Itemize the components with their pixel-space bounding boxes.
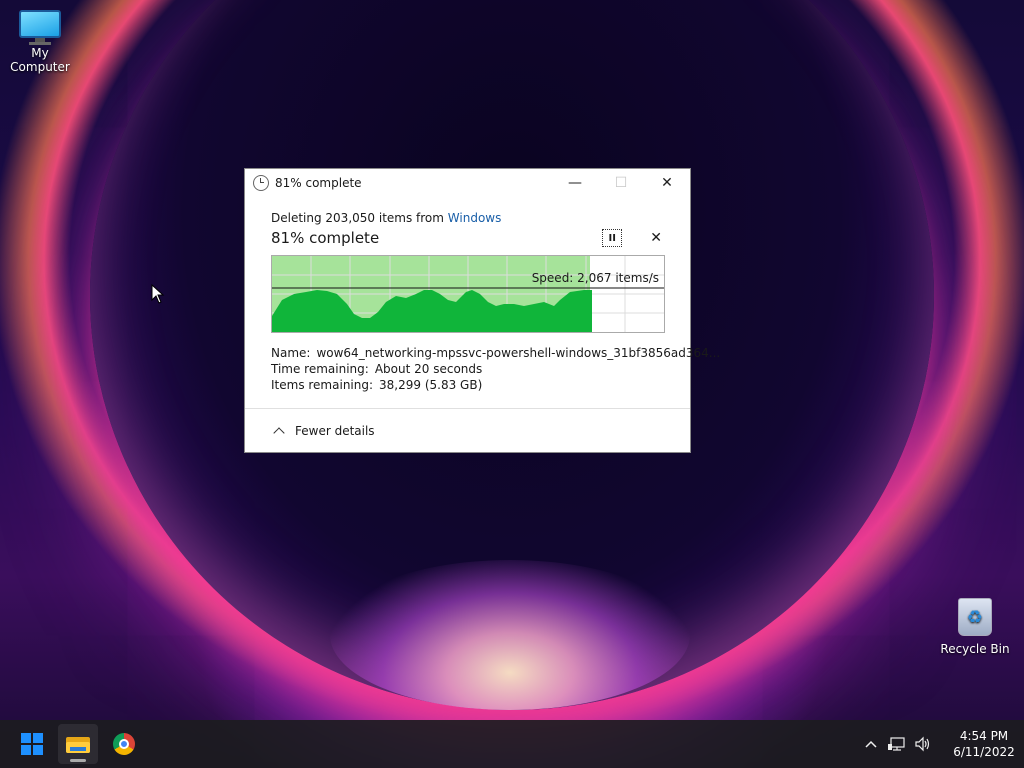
minimize-button[interactable]: — [552,169,598,197]
fewer-details-button[interactable]: Fewer details [245,408,690,452]
detail-items-key: Items remaining: [271,378,374,392]
detail-name-value: wow64_networking-mpssvc-powershell-windo… [316,346,721,360]
start-button[interactable] [12,724,52,764]
wallpaper-glow [330,560,690,710]
close-button[interactable]: ✕ [644,169,690,197]
detail-name-row: Name: wow64_networking-mpssvc-powershell-… [271,345,720,361]
detail-time-key: Time remaining: [271,362,369,376]
detail-items-value: 38,299 (5.83 GB) [379,378,483,392]
fewer-details-label: Fewer details [295,423,375,438]
taskbar: 4:54 PM 6/11/2022 [0,720,1024,768]
chevron-up-icon [273,426,285,439]
chevron-up-icon [865,740,877,748]
desktop-icon-label: My Computer [10,46,70,74]
progress-heading: 81% complete [271,229,380,247]
speed-graph: Speed: 2,067 items/s [271,255,665,333]
desktop-icon-label: Recycle Bin [940,642,1010,656]
monitor-icon [19,10,61,45]
maximize-button: ☐ [614,175,628,191]
chrome-icon [113,733,135,755]
system-tray: 4:54 PM 6/11/2022 [858,720,1024,768]
network-button[interactable] [884,736,910,752]
detail-name-key: Name: [271,346,311,360]
deleting-text: Deleting 203,050 items from [271,211,444,225]
dialog-titlebar[interactable]: 81% complete — ☐ ✕ [245,169,690,197]
delete-progress-dialog: 81% complete — ☐ ✕ Deleting 203,050 item… [244,168,720,453]
clock-icon [253,175,269,191]
taskbar-clock[interactable]: 4:54 PM 6/11/2022 [944,728,1024,760]
desktop-icon-recycle-bin[interactable]: ♻ Recycle Bin [935,598,1015,656]
file-explorer-button[interactable] [58,724,98,764]
network-icon [888,737,905,751]
pause-button[interactable]: II [602,229,623,247]
clock-time: 4:54 PM [959,729,1009,743]
speed-label: Speed: 2,067 items/s [531,271,659,285]
show-hidden-icons-button[interactable] [858,740,884,748]
detail-time-row: Time remaining: About 20 seconds [271,361,664,377]
stop-button[interactable]: ✕ [650,230,662,246]
desktop-icon-my-computer[interactable]: My Computer [0,10,80,74]
detail-time-value: About 20 seconds [374,362,483,376]
recycle-bin-icon: ♻ [958,598,992,638]
windows-start-icon [21,733,43,755]
dialog-title: 81% complete [275,176,362,190]
clock-date: 6/11/2022 [953,745,1015,759]
speed-graph-chart [272,256,664,332]
detail-items-row: Items remaining: 38,299 (5.83 GB) [271,377,664,393]
chrome-button[interactable] [104,724,144,764]
source-folder-link[interactable]: Windows [448,211,502,225]
volume-button[interactable] [910,736,936,752]
deleting-summary: Deleting 203,050 items from Windows [271,211,664,225]
file-explorer-icon [66,735,90,753]
speaker-icon [915,736,930,752]
details-panel: Name: wow64_networking-mpssvc-powershell-… [271,345,720,393]
